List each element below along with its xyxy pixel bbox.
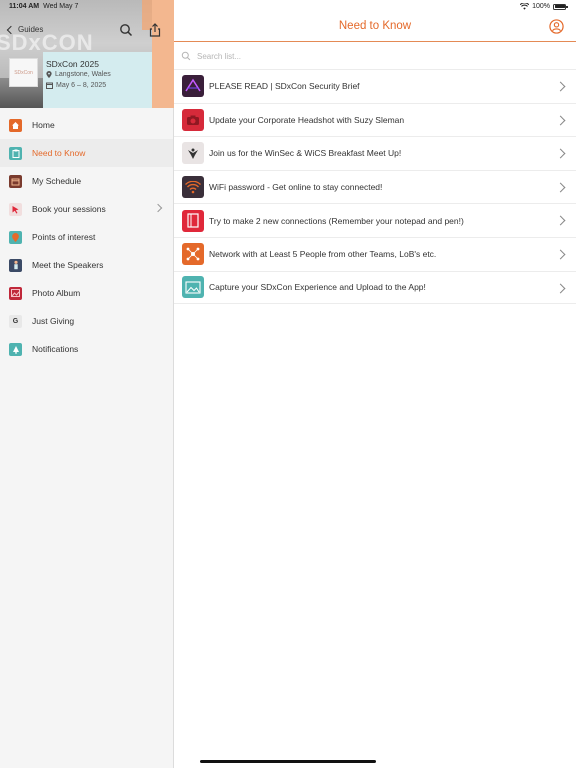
status-bar: 11:04 AM Wed May 7 100% (0, 0, 576, 14)
wifi-status-icon (520, 3, 530, 10)
event-title: SDxCon 2025 (46, 59, 99, 69)
event-logo: SDxCon (9, 58, 38, 87)
back-label: Guides (18, 25, 44, 34)
page-title: Need to Know (338, 20, 412, 32)
back-button[interactable]: Guides (6, 25, 44, 34)
map-pin-icon (9, 230, 22, 244)
calendar-icon (9, 174, 22, 188)
list-item-label: Capture your SDxCon Experience and Uploa… (209, 282, 426, 293)
search-input[interactable] (197, 51, 497, 61)
list-item-label: Try to make 2 new connections (Remember … (209, 215, 464, 226)
sidebar-item-need-to-know[interactable]: Need to Know (0, 139, 173, 167)
sidebar-item-just-giving[interactable]: G Just Giving (0, 307, 173, 335)
share-icon[interactable] (148, 23, 162, 37)
sidebar-item-label: Points of interest (32, 232, 96, 242)
chevron-right-icon (555, 81, 566, 92)
sidebar-item-label: Photo Album (32, 288, 81, 298)
sidebar: SDxCON Guides SDxCon SDxCon 2025 Langsto… (0, 0, 174, 768)
sidebar-item-points-of-interest[interactable]: Points of interest (0, 223, 173, 251)
network-icon (182, 243, 204, 266)
event-location-text: Langstone, Wales (55, 71, 111, 78)
list-item-label: WiFi password - Get online to stay conne… (209, 182, 383, 193)
sidebar-item-my-schedule[interactable]: My Schedule (0, 167, 173, 195)
list-item[interactable]: Capture your SDxCon Experience and Uploa… (174, 270, 576, 305)
chevron-right-icon (555, 148, 566, 159)
list-item-label: Join us for the WinSec & WiCS Breakfast … (209, 148, 402, 159)
notepad-icon (182, 209, 204, 232)
wifi-icon (182, 176, 204, 199)
sidebar-item-label: Just Giving (32, 316, 75, 326)
sidebar-item-home[interactable]: Home (0, 111, 173, 139)
cursor-icon (9, 202, 22, 216)
sidebar-item-book-sessions[interactable]: Book your sessions (0, 195, 173, 223)
event-hero: SDxCON Guides SDxCon SDxCon 2025 Langsto… (0, 0, 174, 108)
list-item-label: Network with at Least 5 People from othe… (209, 249, 437, 260)
status-right: 100% (520, 3, 568, 10)
search-bar (174, 43, 576, 69)
sidebar-item-label: My Schedule (32, 176, 82, 186)
chevron-right-icon (555, 249, 566, 260)
list-item[interactable]: WiFi password - Get online to stay conne… (174, 169, 576, 204)
battery-icon (553, 3, 568, 10)
sidebar-menu: Home Need to Know My Schedule Book your … (0, 111, 173, 363)
sidebar-item-label: Meet the Speakers (32, 260, 104, 270)
upload-photo-icon (182, 276, 204, 299)
camera-icon (182, 108, 204, 131)
photo-icon (9, 286, 22, 300)
home-icon (9, 118, 22, 132)
sidebar-item-label: Home (32, 120, 55, 130)
bird-icon (182, 142, 204, 165)
sidebar-item-label: Book your sessions (32, 204, 106, 214)
sidebar-item-photo-album[interactable]: Photo Album (0, 279, 173, 307)
sidebar-item-notifications[interactable]: Notifications (0, 335, 173, 363)
list-item[interactable]: Network with at Least 5 People from othe… (174, 236, 576, 271)
search-icon[interactable] (119, 23, 133, 37)
list-item[interactable]: PLEASE READ | SDxCon Security Brief (174, 69, 576, 103)
event-dates-text: May 6 – 8, 2025 (56, 82, 107, 89)
speaker-icon (9, 258, 22, 272)
event-dates: May 6 – 8, 2025 (46, 82, 106, 89)
battery-percent: 100% (532, 3, 550, 10)
status-time-text: 11:04 AM (9, 3, 40, 10)
chevron-right-icon (555, 115, 566, 126)
main-pane: Need to Know PLEASE READ | SDxCon Securi… (174, 0, 576, 768)
location-pin-icon (46, 71, 52, 78)
list-item[interactable]: Update your Corporate Headshot with Suzy… (174, 102, 576, 137)
calendar-small-icon (46, 82, 53, 89)
status-date: Wed May 7 (43, 3, 79, 10)
chevron-right-icon (555, 215, 566, 226)
need-to-know-list: PLEASE READ | SDxCon Security Brief Upda… (174, 69, 576, 305)
list-item-label: Update your Corporate Headshot with Suzy… (209, 114, 405, 125)
sidebar-item-meet-speakers[interactable]: Meet the Speakers (0, 251, 173, 279)
clipboard-icon (9, 146, 22, 160)
chevron-left-icon (6, 25, 16, 34)
list-item[interactable]: Try to make 2 new connections (Remember … (174, 203, 576, 237)
g-icon: G (9, 314, 22, 328)
sidebar-item-label: Need to Know (32, 148, 86, 158)
status-time: 11:04 AM Wed May 7 (9, 3, 78, 10)
chevron-right-icon (555, 283, 566, 294)
chevron-right-icon (555, 182, 566, 193)
profile-icon[interactable] (549, 19, 564, 34)
search-icon (181, 51, 191, 61)
list-item[interactable]: Join us for the WinSec & WiCS Breakfast … (174, 136, 576, 170)
bell-icon (9, 342, 22, 356)
home-indicator[interactable] (200, 760, 376, 763)
sidebar-item-label: Notifications (32, 344, 79, 354)
event-location: Langstone, Wales (46, 71, 111, 78)
chevron-right-icon (153, 203, 163, 213)
top-bar: Need to Know (174, 14, 576, 42)
list-item-label: PLEASE READ | SDxCon Security Brief (209, 81, 360, 92)
security-brief-icon (182, 75, 204, 98)
